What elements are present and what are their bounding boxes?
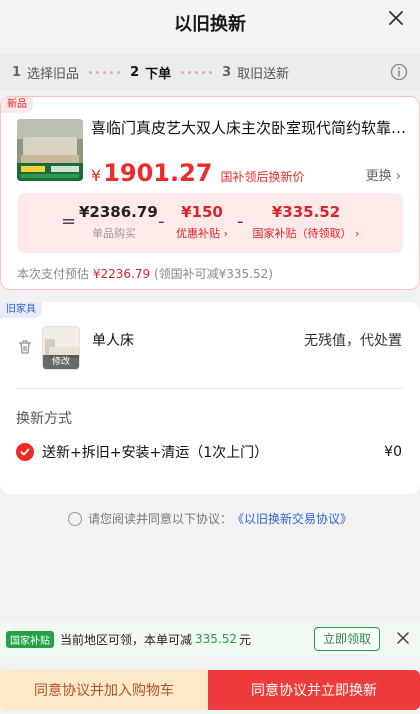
bottom-actions: 同意协议并加入购物车 同意协议并立即换新 (0, 670, 420, 710)
agreement-radio[interactable] (67, 511, 82, 526)
breakdown-amount: ¥335.52 (271, 203, 341, 221)
agreement-link[interactable]: 《以旧换新交易协议》 (232, 510, 352, 527)
claim-button[interactable]: 立即领取 (313, 627, 380, 651)
step-label: 下单 (145, 66, 172, 82)
step-indicator: 1 选择旧品 2 下单 3 取旧送新 (0, 54, 420, 90)
breakdown-label: 优惠补贴 (176, 227, 221, 240)
divider (16, 388, 404, 389)
pay-prefix: 本次支付预估 (17, 267, 90, 281)
equals-sign: = (61, 211, 77, 232)
product-title[interactable]: 喜临门真皮艺大双人床主次卧室现代简约软靠包... (91, 117, 407, 138)
subsidy-badge: 国家补贴 (6, 630, 54, 648)
new-item-card: 新品 喜临门真皮艺大双人床主次卧室现代简约软靠包... ¥ 1901.27 国补… (0, 96, 420, 290)
chevron-right-icon: › (395, 169, 401, 184)
add-to-cart-button[interactable]: 同意协议并加入购物车 (0, 670, 208, 710)
breakdown-label: 单品购买 (92, 227, 136, 240)
agreement-prefix: 请您阅读并同意以下协议： (87, 512, 232, 526)
step-select-old: 1 选择旧品 (12, 63, 79, 82)
product-image[interactable] (17, 119, 83, 181)
check-icon[interactable] (16, 443, 34, 461)
step-number: 3 (222, 64, 232, 80)
step-order: 2 下单 (130, 63, 171, 82)
price-note: 国补领后换新价 (220, 170, 305, 184)
subsidy-unit: 元 (239, 632, 252, 647)
breakdown-national-subsidy[interactable]: ¥335.52 国家补贴（待领取） › (245, 203, 367, 241)
chevron-right-icon: › (351, 227, 360, 240)
breakdown-amount: ¥150 (181, 203, 223, 221)
price-value: 1901.27 (103, 159, 213, 187)
info-icon[interactable] (390, 63, 408, 81)
chevron-right-icon: › (220, 227, 228, 240)
price-breakdown: = ¥2386.79 单品购买 - ¥150 优惠补贴 › - ¥335.52 … (17, 193, 403, 253)
step-dots (89, 70, 121, 74)
agreement-row: 请您阅读并同意以下协议： 《以旧换新交易协议》 (0, 510, 420, 527)
old-item-card: 旧家具 修改 单人床 无残值，代处置 换新方式 送新+拆旧+安装+清运（1次上门… (0, 302, 420, 494)
step-dots (181, 70, 213, 74)
swap-label: 更换 (365, 169, 392, 184)
step-label: 选择旧品 (27, 66, 80, 82)
modify-label[interactable]: 修改 (43, 355, 79, 369)
old-item-image[interactable]: 修改 (42, 326, 80, 370)
breakdown-amount: ¥2386.79 (79, 203, 158, 221)
payment-estimate: 本次支付预估 ¥2236.79 (领国补可减¥335.52) (17, 265, 273, 282)
step-label: 取旧送新 (237, 66, 290, 82)
header: 以旧换新 (0, 0, 420, 46)
old-item-name: 单人床 (92, 333, 134, 349)
pay-amount: ¥2236.79 (92, 267, 151, 281)
minus-sign: - (158, 211, 165, 232)
subsidy-bar: 国家补贴 当前地区可领，本单可减 335.52 元 立即领取 (0, 622, 420, 656)
subsidy-amount: 335.52 (195, 632, 238, 646)
breakdown-label: 国家补贴（待领取） (252, 227, 352, 240)
breakdown-discount[interactable]: ¥150 优惠补贴 › (167, 203, 237, 241)
old-item-value: 无残值，代处置 (304, 333, 402, 349)
step-pickup-deliver: 3 取旧送新 (222, 63, 289, 82)
close-icon[interactable] (386, 8, 406, 28)
trade-in-now-button[interactable]: 同意协议并立即换新 (208, 670, 420, 710)
method-text: 送新+拆旧+安装+清运（1次上门） (42, 445, 269, 461)
trade-in-price: ¥ 1901.27 国补领后换新价 (91, 159, 305, 187)
swap-button[interactable]: 更换 › (366, 165, 401, 184)
minus-sign: - (237, 211, 244, 232)
page-title: 以旧换新 (174, 14, 246, 35)
subsidy-text: 当前地区可领，本单可减 (60, 632, 193, 647)
new-item-tag: 新品 (1, 97, 33, 113)
pay-suffix: (领国补可减¥335.52) (153, 267, 273, 281)
trash-icon[interactable] (16, 338, 34, 356)
old-item-tag: 旧家具 (0, 302, 42, 318)
method-title: 换新方式 (16, 411, 72, 427)
breakdown-single-purchase: ¥2386.79 单品购买 (79, 203, 158, 241)
method-price: ¥0 (384, 444, 402, 460)
method-option[interactable]: 送新+拆旧+安装+清运（1次上门） ¥0 (16, 442, 402, 462)
price-currency: ¥ (91, 166, 102, 185)
close-icon[interactable] (396, 631, 410, 645)
step-number: 1 (12, 64, 22, 80)
step-number: 2 (130, 64, 140, 80)
